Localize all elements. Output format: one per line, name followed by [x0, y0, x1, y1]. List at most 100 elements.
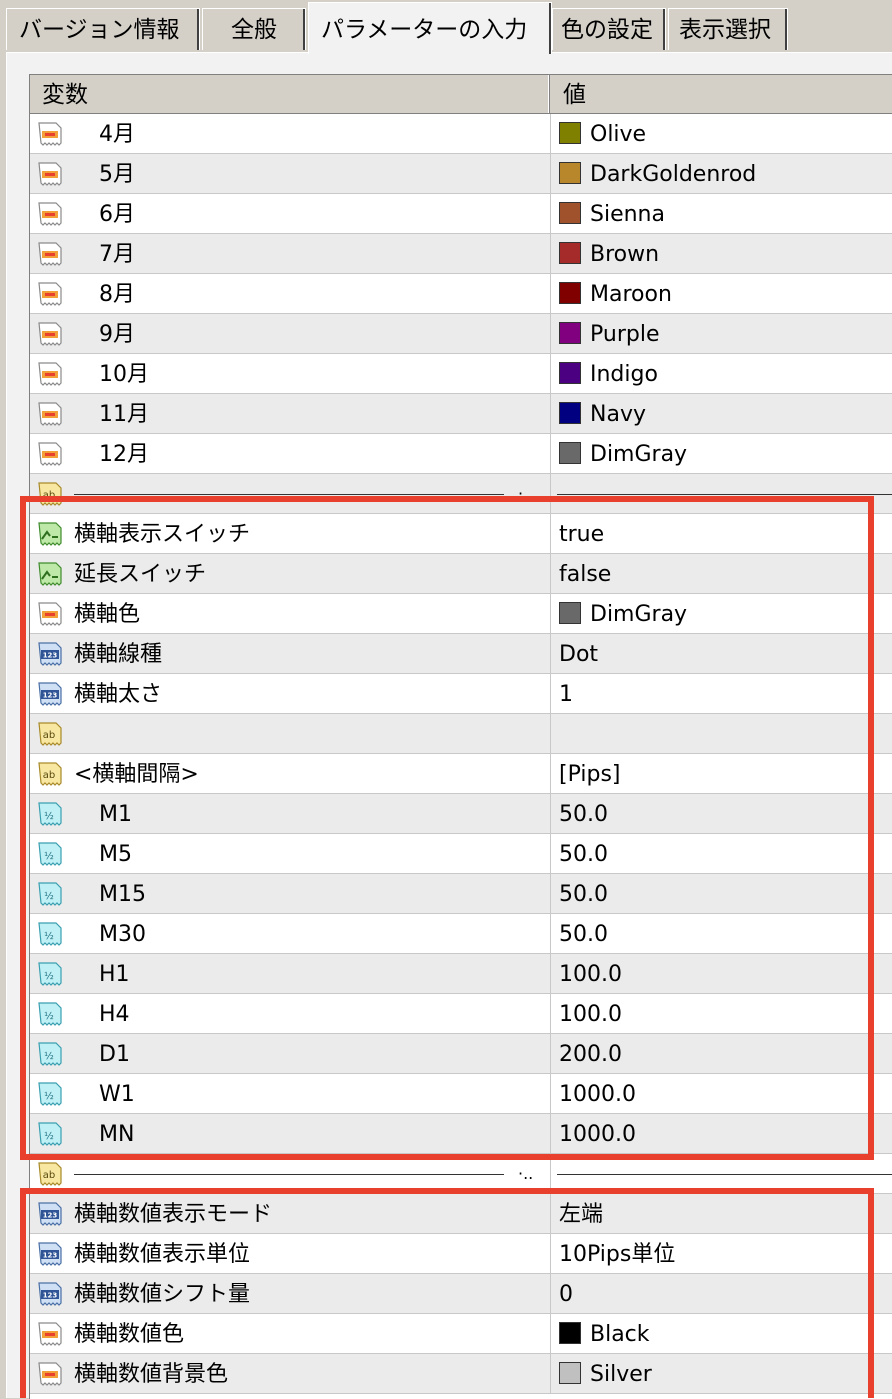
parameter-row[interactable]: ½ W1 1000.0: [30, 1074, 892, 1114]
svg-text:½: ½: [44, 850, 54, 862]
parameter-value: 10Pips単位: [559, 1242, 676, 1267]
parameter-row[interactable]: 123 横軸線種 Dot: [30, 634, 892, 674]
color-swatch: [559, 402, 581, 424]
value-cell[interactable]: 0: [551, 1274, 892, 1313]
value-cell[interactable]: [551, 1154, 892, 1193]
parameter-row[interactable]: 12月 DimGray: [30, 434, 892, 474]
parameter-value: Maroon: [590, 282, 672, 307]
value-cell[interactable]: 50.0: [551, 794, 892, 833]
value-cell[interactable]: 50.0: [551, 834, 892, 873]
value-cell[interactable]: Silver: [551, 1354, 892, 1393]
parameter-row[interactable]: ½ M30 50.0: [30, 914, 892, 954]
tab-display-selection[interactable]: 表示選択: [668, 8, 788, 50]
tab-general[interactable]: 全般: [202, 8, 306, 50]
value-cell[interactable]: DarkGoldenrod: [551, 154, 892, 193]
parameter-row[interactable]: 9月 Purple: [30, 314, 892, 354]
value-cell[interactable]: Olive: [551, 114, 892, 153]
variable-name: H1: [99, 962, 130, 987]
value-cell[interactable]: 1000.0: [551, 1114, 892, 1153]
column-header-variable[interactable]: 変数: [30, 75, 550, 113]
parameter-row[interactable]: ½ H1 100.0: [30, 954, 892, 994]
value-cell[interactable]: 100.0: [551, 994, 892, 1033]
value-cell[interactable]: false: [551, 554, 892, 593]
parameter-row[interactable]: 123 横軸数値シフト量 0: [30, 1274, 892, 1314]
column-header-value[interactable]: 値: [551, 75, 892, 113]
value-cell[interactable]: [Pips]: [551, 754, 892, 793]
parameter-value: 50.0: [559, 922, 608, 947]
value-cell[interactable]: 200.0: [551, 1034, 892, 1073]
value-cell[interactable]: [551, 474, 892, 513]
integer-param-icon: 123: [36, 680, 64, 708]
value-cell[interactable]: Maroon: [551, 274, 892, 313]
variable-cell: 10月: [30, 354, 551, 393]
variable-name: 9月: [99, 322, 135, 347]
parameter-row[interactable]: 10月 Indigo: [30, 354, 892, 394]
parameter-row[interactable]: ½ MN 1000.0: [30, 1114, 892, 1154]
parameter-value: 1000.0: [559, 1082, 636, 1107]
parameter-row[interactable]: 4月 Olive: [30, 114, 892, 154]
color-swatch: [559, 602, 581, 624]
parameter-row[interactable]: 横軸色 DimGray: [30, 594, 892, 634]
parameter-row[interactable]: 横軸数値色 Black: [30, 1314, 892, 1354]
string-param-icon: ab: [36, 720, 64, 748]
parameter-value: 100.0: [559, 1002, 622, 1027]
parameter-row[interactable]: 5月 DarkGoldenrod: [30, 154, 892, 194]
value-cell[interactable]: Indigo: [551, 354, 892, 393]
value-cell[interactable]: 50.0: [551, 874, 892, 913]
value-cell[interactable]: Dot: [551, 634, 892, 673]
value-cell[interactable]: Black: [551, 1314, 892, 1353]
color-param-icon: [36, 360, 64, 388]
value-cell[interactable]: true: [551, 514, 892, 553]
tab-version-info[interactable]: バージョン情報: [6, 8, 200, 50]
parameter-row[interactable]: ½ M1 50.0: [30, 794, 892, 834]
parameter-row[interactable]: ab: [30, 714, 892, 754]
tab-parameters[interactable]: パラメーターの入力: [308, 2, 552, 54]
tab-color-settings[interactable]: 色の設定: [552, 8, 666, 50]
svg-text:½: ½: [44, 890, 54, 902]
value-cell[interactable]: 1: [551, 674, 892, 713]
parameter-row[interactable]: ab <横軸間隔> [Pips]: [30, 754, 892, 794]
variable-cell: 横軸色: [30, 594, 551, 633]
value-cell[interactable]: Brown: [551, 234, 892, 273]
parameter-row[interactable]: 11月 Navy: [30, 394, 892, 434]
value-cell[interactable]: 左端: [551, 1194, 892, 1233]
value-cell[interactable]: 1000.0: [551, 1074, 892, 1113]
value-cell[interactable]: 10Pips単位: [551, 1234, 892, 1273]
parameter-row[interactable]: ½ D1 200.0: [30, 1034, 892, 1074]
variable-name: 横軸表示スイッチ: [74, 522, 251, 547]
value-cell[interactable]: Purple: [551, 314, 892, 353]
variable-name: M5: [99, 842, 132, 867]
value-cell[interactable]: DimGray: [551, 434, 892, 473]
parameter-row[interactable]: ½ H4 100.0: [30, 994, 892, 1034]
parameter-row[interactable]: 123 横軸数値表示モード 左端: [30, 1194, 892, 1234]
variable-name: M15: [99, 882, 146, 907]
separator-row[interactable]: ab ·..: [30, 474, 892, 514]
parameter-row[interactable]: 123 横軸数値表示単位 10Pips単位: [30, 1234, 892, 1274]
color-param-icon: [36, 400, 64, 428]
value-cell[interactable]: 100.0: [551, 954, 892, 993]
variable-cell: 延長スイッチ: [30, 554, 551, 593]
parameter-row[interactable]: 横軸表示スイッチ true: [30, 514, 892, 554]
separator-row[interactable]: ab ·..: [30, 1154, 892, 1194]
value-cell[interactable]: 50.0: [551, 914, 892, 953]
parameter-row[interactable]: 123 横軸太さ 1: [30, 674, 892, 714]
variable-cell: ab ·..: [30, 1154, 551, 1193]
value-cell[interactable]: Sienna: [551, 194, 892, 233]
parameter-row[interactable]: ½ M15 50.0: [30, 874, 892, 914]
parameter-row[interactable]: 横軸数値背景色 Silver: [30, 1354, 892, 1394]
variable-name: M1: [99, 802, 132, 827]
variable-name: M30: [99, 922, 146, 947]
variable-cell: ½ D1: [30, 1034, 551, 1073]
parameter-row[interactable]: 8月 Maroon: [30, 274, 892, 314]
svg-text:½: ½: [44, 930, 54, 942]
parameter-value: Indigo: [590, 362, 658, 387]
parameter-row[interactable]: 6月 Sienna: [30, 194, 892, 234]
variable-name: 6月: [99, 202, 135, 227]
separator-dots: ·..: [518, 484, 534, 503]
value-cell[interactable]: Navy: [551, 394, 892, 433]
parameter-row[interactable]: ½ M5 50.0: [30, 834, 892, 874]
value-cell[interactable]: [551, 714, 892, 753]
parameter-row[interactable]: 延長スイッチ false: [30, 554, 892, 594]
parameter-row[interactable]: 7月 Brown: [30, 234, 892, 274]
value-cell[interactable]: DimGray: [551, 594, 892, 633]
